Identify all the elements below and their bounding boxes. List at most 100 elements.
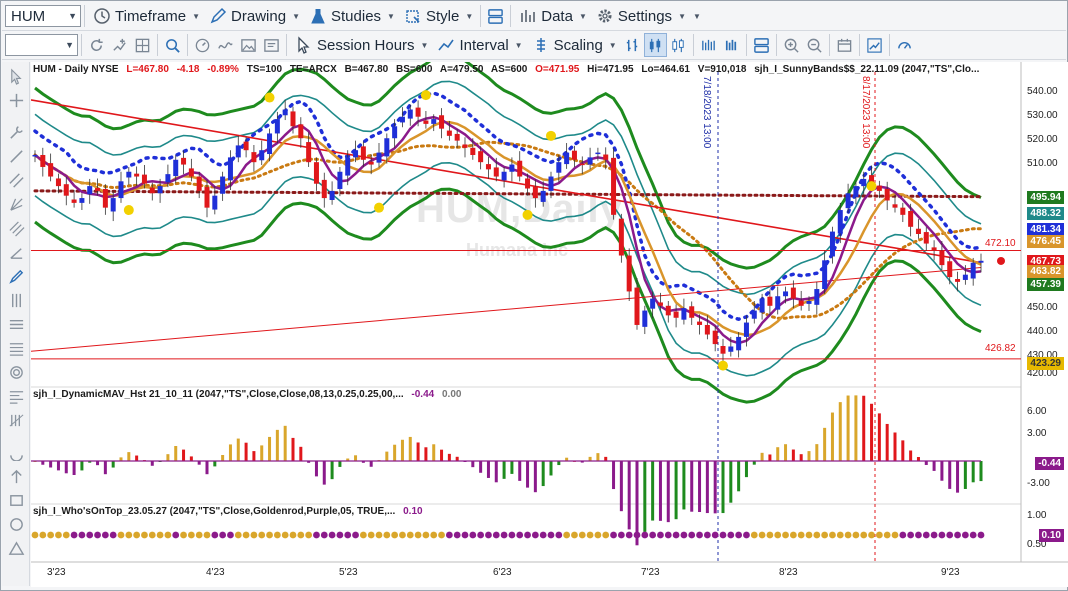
whos-on-top-dot (539, 531, 547, 539)
rectangle-tool[interactable] (6, 490, 26, 510)
session-hours-button[interactable]: Session Hours ▼ (290, 33, 432, 57)
pointer-tool[interactable] (6, 66, 26, 86)
oscillator-bar (854, 395, 858, 461)
parallel-tool[interactable] (6, 218, 26, 238)
brush-tool[interactable] (6, 266, 26, 286)
wrench-tool[interactable] (6, 122, 26, 142)
chart-wave-button[interactable] (214, 33, 237, 57)
whos-on-top-dot (242, 531, 250, 539)
calendar-button[interactable] (833, 33, 856, 57)
candle-body (915, 228, 921, 234)
candle-body (884, 188, 890, 201)
timeframe-button[interactable]: Timeframe ▼ (88, 4, 204, 28)
trendline-tool[interactable] (6, 146, 26, 166)
zoom-out-button[interactable] (803, 33, 826, 57)
whos-on-top-dot (234, 531, 242, 539)
triangle-tool[interactable] (6, 538, 26, 558)
whos-on-top-dot (39, 531, 47, 539)
whos-on-top-dot (922, 531, 930, 539)
channel-tool[interactable] (6, 170, 26, 190)
divider (480, 5, 482, 27)
speedometer-button[interactable] (893, 33, 916, 57)
candle-body (204, 187, 210, 208)
chevron-down-icon: ▼ (420, 40, 429, 50)
candle-body (196, 176, 202, 191)
grid-button[interactable] (131, 33, 154, 57)
volume: V=910,018 (697, 64, 747, 75)
candle-body (728, 346, 734, 352)
chevron-down-icon: ▼ (608, 40, 617, 50)
arrow-tool[interactable] (6, 466, 26, 486)
drawing-button[interactable]: Drawing ▼ (204, 4, 304, 28)
crosshair-tool[interactable] (6, 90, 26, 110)
oscillator-bar (244, 442, 248, 461)
text-button[interactable] (260, 33, 283, 57)
candle-body (329, 190, 335, 200)
symbol-input[interactable]: HUM ▼ (5, 5, 81, 27)
refresh-button[interactable] (85, 33, 108, 57)
fib-tool[interactable] (6, 194, 26, 214)
layout-button[interactable] (484, 4, 507, 28)
oscillator-bar (96, 461, 100, 466)
add-indicator-button[interactable] (108, 33, 131, 57)
osc-tick: 3.00 (1027, 428, 1047, 439)
whos-on-top-dot (219, 531, 227, 539)
candle-body (642, 310, 648, 327)
candle-body (173, 159, 179, 177)
vertical-lines-tool[interactable] (6, 290, 26, 310)
chevron-down-icon: ▼ (514, 40, 523, 50)
scaling-button[interactable]: Scaling ▼ (527, 33, 621, 57)
candle-body (611, 157, 617, 215)
candle-body (40, 154, 46, 167)
bar-chart-button[interactable] (621, 33, 644, 57)
candlestick-button[interactable] (643, 33, 667, 57)
style-label: Style (425, 7, 460, 25)
grid-lines-tool[interactable] (6, 410, 26, 430)
hollow-candle-button[interactable] (667, 33, 690, 57)
zoom-in-button[interactable] (780, 33, 803, 57)
horizontal-lines-tool[interactable] (6, 314, 26, 334)
spacing-narrow-button[interactable] (720, 33, 743, 57)
split-view-button[interactable] (750, 33, 773, 57)
workspace-select[interactable]: ▼ (5, 34, 78, 56)
whos-on-top-dot (883, 531, 891, 539)
whos-on-top-dot (977, 531, 985, 539)
candle-body (188, 168, 194, 177)
whos-on-top-dot (445, 531, 453, 539)
oscillator-bar (127, 452, 131, 461)
candle-body (955, 278, 961, 282)
interval-button[interactable]: Interval ▼ (432, 33, 526, 57)
gann-tool[interactable] (6, 242, 26, 262)
split-view-icon (753, 37, 769, 53)
chart-area[interactable]: HUM,Daily Humana Inc HUM - Daily NYSE L=… (31, 62, 1068, 587)
whos-on-top-dot (797, 531, 805, 539)
list-tool[interactable] (6, 338, 26, 358)
candle-body (478, 151, 484, 163)
fib-extension-tool[interactable] (6, 386, 26, 406)
more-button[interactable]: ▼ (690, 4, 704, 28)
whos-on-top-dot (688, 531, 696, 539)
whos-on-top-dot (101, 531, 109, 539)
chevron-down-icon: ▼ (387, 11, 395, 21)
spacing-wide-button[interactable] (697, 33, 720, 57)
percent-change: -0.89% (207, 64, 239, 75)
settings-button[interactable]: Settings ▼ (591, 4, 690, 28)
zoom-chart-button[interactable] (161, 33, 184, 57)
gauge-icon (195, 38, 210, 52)
drawing-tools-sidebar (2, 62, 30, 586)
style-button[interactable]: Style ▼ (399, 4, 477, 28)
circle-tool[interactable] (6, 514, 26, 534)
whos-on-top-dot (617, 531, 625, 539)
image-button[interactable] (237, 33, 260, 57)
oscillator-bar (103, 461, 107, 475)
ellipse-tool[interactable] (6, 362, 26, 382)
oscillator-bar (744, 461, 748, 478)
oscillator-bar (369, 461, 373, 467)
data-button[interactable]: Data ▼ (514, 4, 591, 28)
divider (745, 34, 747, 56)
studies-button[interactable]: Studies ▼ (304, 4, 399, 28)
candle-body (431, 119, 437, 124)
arc-tool[interactable] (6, 442, 26, 462)
trend-button[interactable] (863, 33, 886, 57)
gauge-button[interactable] (191, 33, 214, 57)
